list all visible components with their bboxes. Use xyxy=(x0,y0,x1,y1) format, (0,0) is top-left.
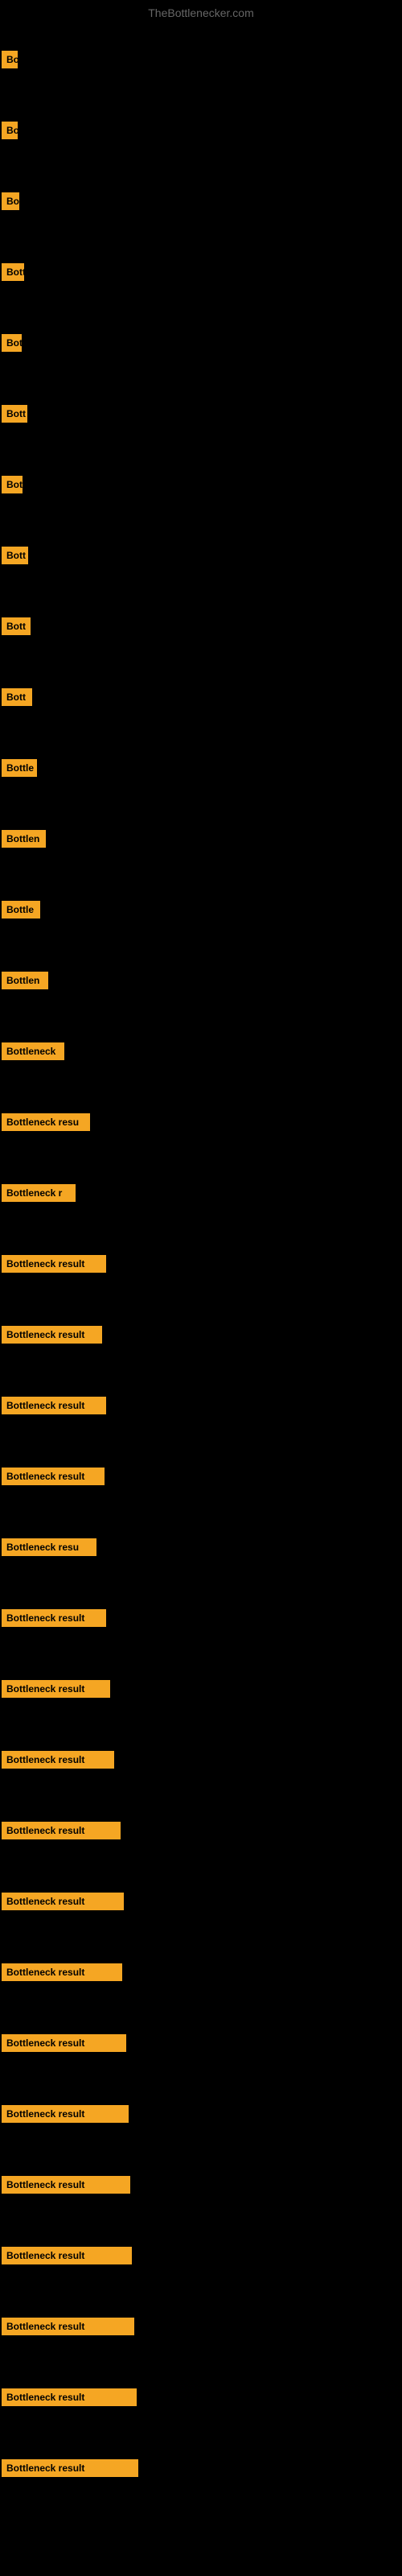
bar-label: Bottleneck result xyxy=(2,2105,129,2123)
bar-row: Bottleneck result xyxy=(0,2433,402,2504)
bar-label: Bottleneck result xyxy=(2,2318,134,2335)
bar-label: Bottleneck xyxy=(2,1042,64,1060)
bar-label: Bottlen xyxy=(2,830,46,848)
bar-label: Bottleneck result xyxy=(2,1963,122,1981)
bar-row: Bottleneck result xyxy=(0,1866,402,1937)
bar-row: Bo xyxy=(0,166,402,237)
bars-container: Bo Bo Bo Bott Bot Bott Bot Bott Bott Bott Bottle Bo… xyxy=(0,24,402,2504)
bar-row: Bottleneck result xyxy=(0,1441,402,1512)
bar-label: Bott xyxy=(2,688,32,706)
bar-row: Bott xyxy=(0,378,402,449)
bar-label: Bot xyxy=(2,476,23,493)
bar-row: Bot xyxy=(0,449,402,520)
bar-label: Bot xyxy=(2,334,22,352)
bar-label: Bottleneck result xyxy=(2,1751,114,1769)
bar-label: Bottleneck resu xyxy=(2,1538,96,1556)
bar-row: Bottleneck result xyxy=(0,2149,402,2220)
bar-label: Bott xyxy=(2,263,24,281)
bar-row: Bottlen xyxy=(0,945,402,1016)
bar-label: Bott xyxy=(2,547,28,564)
bar-label: Bottle xyxy=(2,901,40,919)
bar-label: Bottleneck result xyxy=(2,1468,105,1485)
bar-row: Bottleneck xyxy=(0,1016,402,1087)
bar-row: Bottleneck result xyxy=(0,2008,402,2079)
bar-label: Bottleneck result xyxy=(2,1893,124,1910)
bar-row: Bot xyxy=(0,308,402,378)
bar-label: Bottle xyxy=(2,759,37,777)
bar-row: Bott xyxy=(0,591,402,662)
bar-label: Bott xyxy=(2,617,31,635)
bar-label: Bottleneck result xyxy=(2,1609,106,1627)
bar-label: Bottlen xyxy=(2,972,48,989)
bar-label: Bottleneck result xyxy=(2,2459,138,2477)
bar-row: Bottleneck result xyxy=(0,1937,402,2008)
bar-row: Bo xyxy=(0,24,402,95)
bar-row: Bottle xyxy=(0,874,402,945)
bar-label: Bottleneck result xyxy=(2,1255,106,1273)
bar-row: Bottleneck result xyxy=(0,1724,402,1795)
bar-row: Bott xyxy=(0,520,402,591)
bar-label: Bottleneck result xyxy=(2,2034,126,2052)
bar-label: Bott xyxy=(2,405,27,423)
bar-row: Bottleneck r xyxy=(0,1158,402,1228)
bar-label: Bottleneck result xyxy=(2,1326,102,1344)
bar-label: Bottleneck resu xyxy=(2,1113,90,1131)
bar-row: Bott xyxy=(0,662,402,733)
bar-label: Bo xyxy=(2,122,18,139)
bar-row: Bottleneck result xyxy=(0,1299,402,1370)
bar-row: Bo xyxy=(0,95,402,166)
bar-label: Bo xyxy=(2,51,18,68)
bar-label: Bo xyxy=(2,192,19,210)
bar-row: Bott xyxy=(0,237,402,308)
site-title: TheBottlenecker.com xyxy=(0,0,402,26)
bar-row: Bottleneck result xyxy=(0,1653,402,1724)
bar-row: Bottleneck result xyxy=(0,2079,402,2149)
bar-row: Bottle xyxy=(0,733,402,803)
bar-row: Bottleneck result xyxy=(0,2291,402,2362)
bar-label: Bottleneck result xyxy=(2,1822,121,1839)
bar-row: Bottleneck result xyxy=(0,1795,402,1866)
bar-row: Bottlen xyxy=(0,803,402,874)
bar-label: Bottleneck result xyxy=(2,2247,132,2264)
bar-row: Bottleneck resu xyxy=(0,1087,402,1158)
bar-row: Bottleneck resu xyxy=(0,1512,402,1583)
bar-row: Bottleneck result xyxy=(0,2362,402,2433)
bar-label: Bottleneck result xyxy=(2,2176,130,2194)
bar-label: Bottleneck r xyxy=(2,1184,76,1202)
bar-row: Bottleneck result xyxy=(0,1583,402,1653)
bar-label: Bottleneck result xyxy=(2,1680,110,1698)
bar-label: Bottleneck result xyxy=(2,1397,106,1414)
bar-row: Bottleneck result xyxy=(0,1370,402,1441)
bar-label: Bottleneck result xyxy=(2,2388,137,2406)
bar-row: Bottleneck result xyxy=(0,1228,402,1299)
bar-row: Bottleneck result xyxy=(0,2220,402,2291)
